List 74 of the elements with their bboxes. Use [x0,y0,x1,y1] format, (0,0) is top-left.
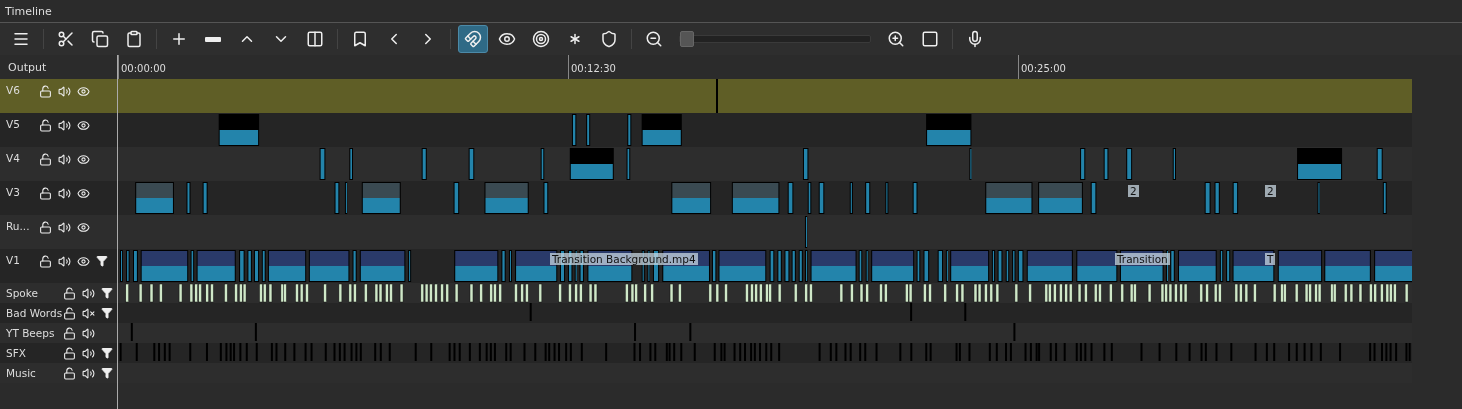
speaker-icon[interactable] [80,326,96,340]
speaker-icon[interactable] [56,220,72,234]
copy-icon [91,30,109,48]
unlock-icon[interactable] [37,118,53,132]
unlock-icon[interactable] [37,84,53,98]
marker-icon [351,30,369,48]
split-icon [306,30,324,48]
eye-icon[interactable] [75,84,91,98]
unlock-icon[interactable] [37,152,53,166]
track-name: V4 [6,152,21,164]
unlock-icon[interactable] [37,254,53,268]
minus-icon [205,36,221,42]
track-name: Music [6,367,37,379]
filter-icon[interactable] [99,306,115,320]
track-header[interactable]: V3 [0,181,117,215]
clip-label: 2 [1128,185,1139,197]
clip-label: T [1265,253,1276,265]
speaker-icon[interactable] [56,152,72,166]
track-name: V5 [6,118,21,130]
track-name: SFX [6,347,27,359]
track-header[interactable]: Bad Words [0,303,117,323]
unlock-icon[interactable] [61,326,77,340]
track-name: YT Beeps [6,327,56,339]
eye-icon[interactable] [75,152,91,166]
eye-icon [498,30,516,48]
microphone-icon [966,30,984,48]
clip-label: Transition Background.mp4 [550,253,698,265]
unlock-icon[interactable] [61,346,77,360]
eye-icon[interactable] [75,254,91,268]
track-header[interactable]: V1 [0,249,117,283]
snap-button[interactable] [458,25,488,53]
menu-icon [12,30,30,48]
filter-icon[interactable] [99,286,115,300]
eye-icon[interactable] [75,186,91,200]
clips-drawing [804,216,808,248]
plus-icon [170,30,188,48]
zoom-slider-thumb[interactable] [680,31,694,47]
target-icon [532,30,550,48]
speaker-icon[interactable] [80,346,96,360]
muted-icon[interactable] [80,306,96,320]
filter-icon[interactable] [99,346,115,360]
speaker-icon[interactable] [56,84,72,98]
eye-icon[interactable] [75,118,91,132]
filter-icon[interactable] [94,254,110,268]
output-label: Output [7,59,48,76]
shield-icon [600,30,618,48]
speaker-icon[interactable] [56,118,72,132]
speaker-icon[interactable] [80,286,96,300]
clipboard-icon [125,30,143,48]
magnet-icon [464,30,482,48]
filter-icon[interactable] [99,366,115,380]
track-name: V1 [6,254,21,266]
unlock-icon[interactable] [37,186,53,200]
unlock-icon[interactable] [37,220,53,234]
clip-label: Transition [1115,253,1170,265]
clip-label: 2 [1265,185,1276,197]
fit-icon [921,30,939,48]
track-name: Spoke [6,287,39,299]
track-name: V6 [6,84,21,96]
track-header[interactable]: V6 [0,79,117,113]
track-header[interactable]: SFX [0,343,117,363]
track-name: V3 [6,186,21,198]
track-header[interactable]: V5 [0,113,117,147]
unlock-icon[interactable] [61,366,77,380]
speaker-icon[interactable] [56,254,72,268]
unlock-icon[interactable] [61,306,77,320]
zoom-out-icon [645,30,663,48]
zoom-in-icon [887,30,905,48]
track-name: Ru... [6,220,31,232]
unlock-icon[interactable] [61,286,77,300]
speaker-icon[interactable] [56,186,72,200]
scissors-icon [57,30,75,48]
speaker-icon[interactable] [80,366,96,380]
eye-icon[interactable] [75,220,91,234]
